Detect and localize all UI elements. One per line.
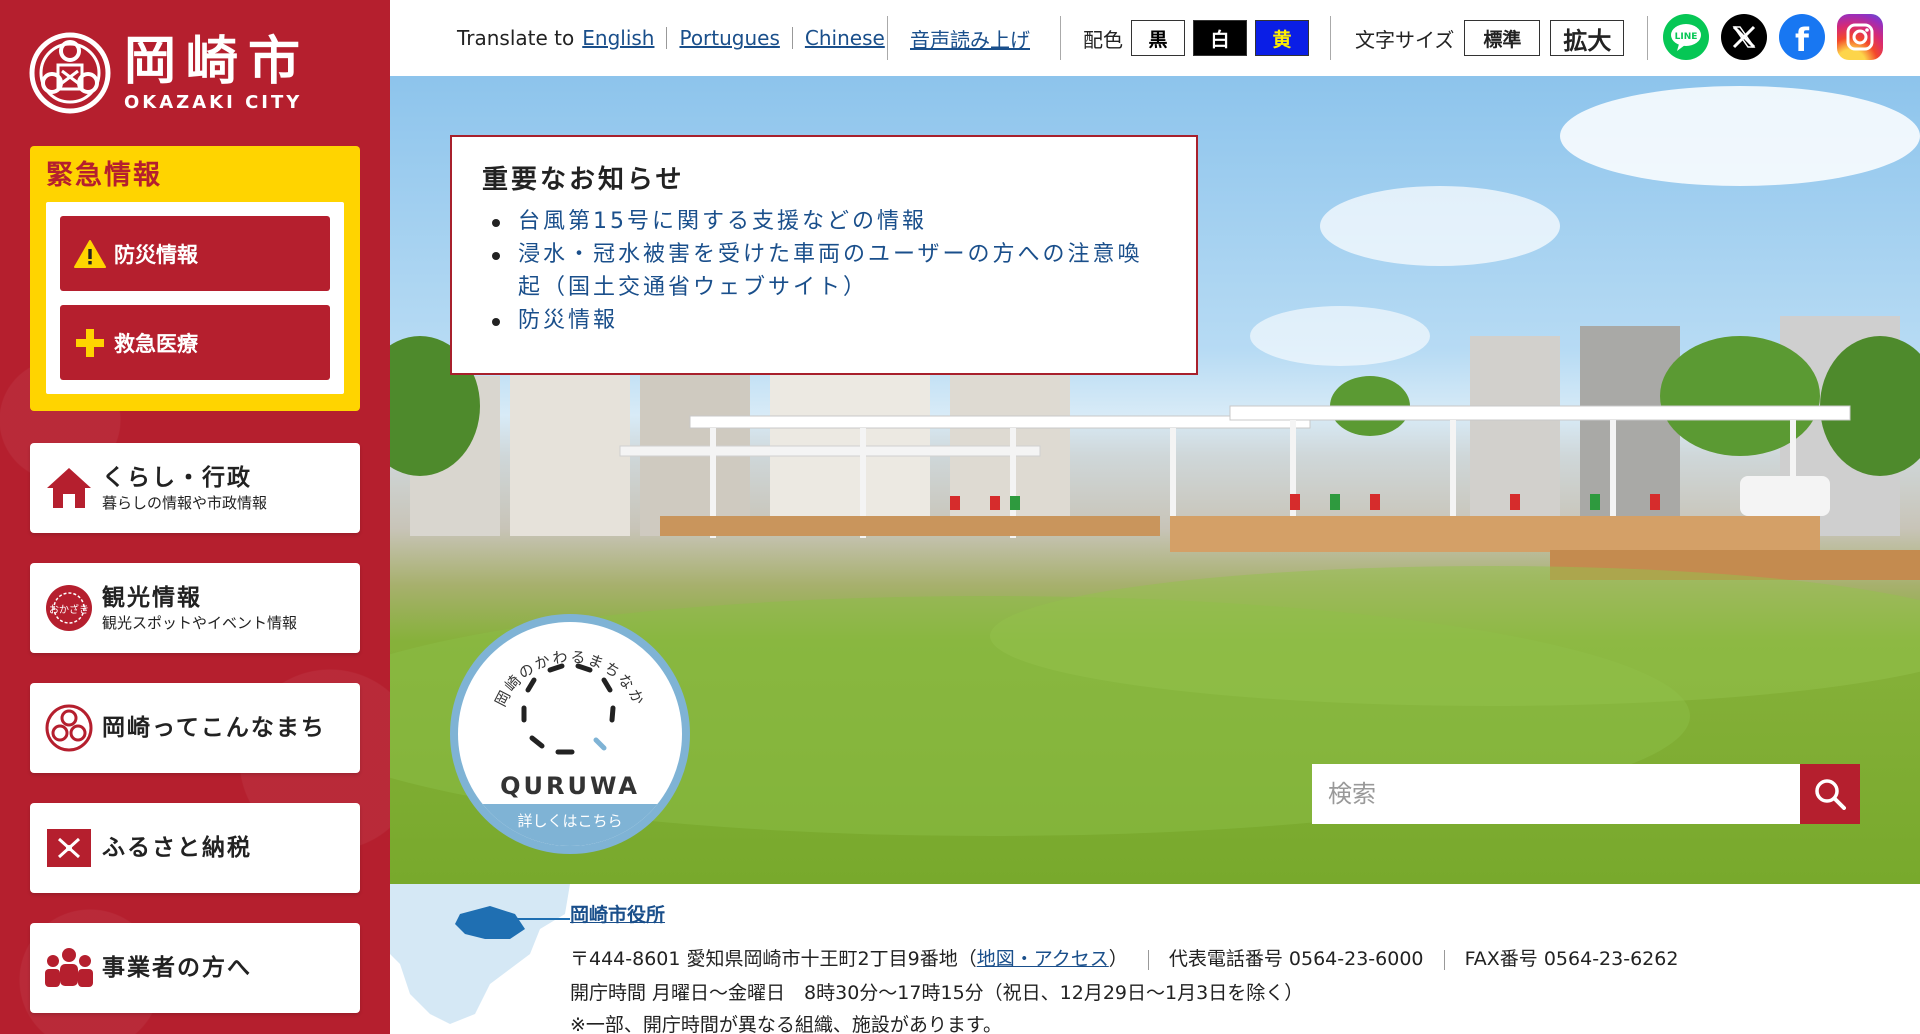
translate-group: Translate to English Portugues Chinese (457, 20, 885, 56)
nav-title: くらし・行政 (102, 465, 252, 491)
notice-item: 台風第15号に関する支援などの情報 (482, 205, 1166, 238)
disaster-info-button[interactable]: 防災情報 (60, 216, 330, 291)
site-search (1312, 764, 1860, 824)
color-black-button[interactable]: 黒 (1131, 20, 1185, 56)
notice-item: 防災情報 (482, 304, 1166, 337)
color-white-button[interactable]: 白 (1193, 20, 1247, 56)
top-utility-bar: Translate to English Portugues Chinese 音… (390, 0, 1920, 76)
okazaki-map-icon (390, 884, 570, 1024)
facebook-letter: f (1795, 21, 1809, 59)
instagram-icon[interactable] (1837, 14, 1883, 60)
emergency-links: 防災情報 救急医療 (46, 202, 344, 394)
quruwa-name: QURUWA (500, 772, 640, 800)
line-bubble-icon: LINE (1671, 24, 1701, 51)
city-emblem-logo-icon (29, 32, 111, 114)
nav-about-okazaki[interactable]: 岡崎ってこんなまち (30, 683, 360, 773)
divider (1060, 16, 1061, 60)
address-suffix: ） (1108, 948, 1128, 970)
emergency-panel: 緊急情報 防災情報 救急医療 (30, 146, 360, 411)
facebook-icon[interactable]: f (1779, 14, 1825, 60)
font-size-group: 文字サイズ 標準 拡大 (1355, 20, 1625, 56)
x-logo-icon (1732, 25, 1756, 49)
important-notice-box: 重要なお知らせ 台風第15号に関する支援などの情報 浸水・冠水被害を受けた車両の… (450, 135, 1198, 375)
divider (887, 16, 888, 60)
site-name-en: OKAZAKI CITY (124, 91, 303, 113)
notice-link-flooded-vehicles[interactable]: 浸水・冠水被害を受けた車両のユーザーの方への注意喚起（国土交通省ウェブサイト） (518, 242, 1143, 300)
lang-portugues-link[interactable]: Portugues (679, 26, 779, 50)
nav-subtitle: 観光スポットやイベント情報 (102, 614, 298, 632)
footer-address-line: 〒444-8601 愛知県岡崎市十王町2丁目9番地（地図・アクセス） 代表電話番… (570, 944, 1678, 971)
color-scheme-group: 配色 黒 白 黄 (1083, 20, 1309, 56)
footer-info: 岡崎市役所 〒444-8601 愛知県岡崎市十王町2丁目9番地（地図・アクセス）… (390, 884, 1920, 1034)
office-hours: 開庁時間 月曜日～金曜日 8時30分～17時15分（祝日、12月29日～1月3日… (570, 982, 1304, 1004)
divider (1330, 16, 1331, 60)
address-text: 〒444-8601 愛知県岡崎市十王町2丁目9番地（ (570, 948, 977, 970)
office-name-link[interactable]: 岡崎市役所 (570, 900, 665, 927)
site-logo[interactable]: 岡崎市 OKAZAKI CITY (28, 28, 328, 118)
quruwa-more-link[interactable]: 詳しくはこちら (458, 804, 682, 846)
read-aloud-group: 音声読み上げ (910, 20, 1030, 56)
font-size-large-button[interactable]: 拡大 (1550, 20, 1625, 56)
search-input[interactable] (1312, 764, 1800, 824)
fax-number: FAX番号 0564-23-6262 (1464, 948, 1679, 970)
nav-furusato-tax[interactable]: ふるさと納税 (30, 803, 360, 893)
warning-icon (74, 239, 106, 268)
plus-icon (76, 328, 104, 357)
color-scheme-label: 配色 (1083, 27, 1123, 52)
sidebar: 岡崎市 OKAZAKI CITY 緊急情報 防災情報 救急医療 くらし・行政 暮… (0, 0, 390, 1034)
font-size-label: 文字サイズ (1355, 27, 1455, 52)
gift-icon (47, 829, 91, 867)
nav-living-administration[interactable]: くらし・行政 暮らしの情報や市政情報 (30, 443, 360, 533)
notice-link-typhoon[interactable]: 台風第15号に関する支援などの情報 (518, 209, 927, 234)
emergency-medical-button[interactable]: 救急医療 (60, 305, 330, 380)
line-icon-text: LINE (1675, 32, 1698, 42)
nav-subtitle: 暮らしの情報や市政情報 (102, 494, 268, 512)
map-access-link[interactable]: 地図・アクセス (977, 948, 1109, 970)
people-icon (45, 948, 93, 987)
emergency-medical-label: 救急医療 (114, 331, 198, 356)
divider (1647, 16, 1648, 60)
lang-english-link[interactable]: English (582, 26, 654, 50)
search-button[interactable] (1800, 764, 1860, 824)
translate-label: Translate to (457, 26, 575, 50)
nav-business[interactable]: 事業者の方へ (30, 923, 360, 1013)
read-aloud-link[interactable]: 音声読み上げ (910, 24, 1030, 53)
svg-text:岡崎のかわるまちなか: 岡崎のかわるまちなか (491, 648, 648, 710)
nav-tourism[interactable]: おかざき 観光情報 観光スポットやイベント情報 (30, 563, 360, 653)
lang-chinese-link[interactable]: Chinese (805, 26, 885, 50)
hero-image: 重要なお知らせ 台風第15号に関する支援などの情報 浸水・冠水被害を受けた車両の… (390, 76, 1920, 884)
notice-list: 台風第15号に関する支援などの情報 浸水・冠水被害を受けた車両のユーザーの方への… (482, 205, 1166, 337)
search-icon (1815, 779, 1846, 810)
line-icon[interactable]: LINE (1663, 14, 1709, 60)
x-icon[interactable] (1721, 14, 1767, 60)
city-emblem-icon (45, 704, 93, 752)
tourism-icon-text: おかざき (49, 603, 89, 616)
color-yellow-button[interactable]: 黄 (1255, 20, 1309, 56)
disaster-info-label: 防災情報 (114, 242, 198, 267)
notice-link-disaster-info[interactable]: 防災情報 (518, 308, 618, 333)
okazaki-tourism-icon: おかざき (46, 585, 92, 631)
nav-title: 事業者の方へ (102, 955, 252, 981)
nav-title: 岡崎ってこんなまち (102, 715, 326, 741)
phone-number: 代表電話番号 0564-23-6000 (1168, 948, 1424, 970)
nav-title: 観光情報 (102, 585, 202, 611)
instagram-camera-icon (1846, 23, 1874, 51)
quruwa-ring-text: 岡崎のかわるまちなか (491, 648, 646, 710)
nav-title: ふるさと納税 (102, 835, 252, 861)
quruwa-banner[interactable]: 岡崎のかわるまちなか QURUWA 詳しくはこちら (450, 614, 690, 854)
notice-item: 浸水・冠水被害を受けた車両のユーザーの方への注意喚起（国土交通省ウェブサイト） (482, 238, 1166, 304)
house-icon (47, 468, 91, 508)
notice-title: 重要なお知らせ (482, 165, 685, 195)
emergency-title: 緊急情報 (46, 160, 162, 191)
site-name-ja: 岡崎市 (124, 30, 311, 92)
font-size-standard-button[interactable]: 標準 (1464, 20, 1541, 56)
office-hours-note: ※一部、開庁時間が異なる組織、施設があります。 (570, 1014, 1003, 1034)
